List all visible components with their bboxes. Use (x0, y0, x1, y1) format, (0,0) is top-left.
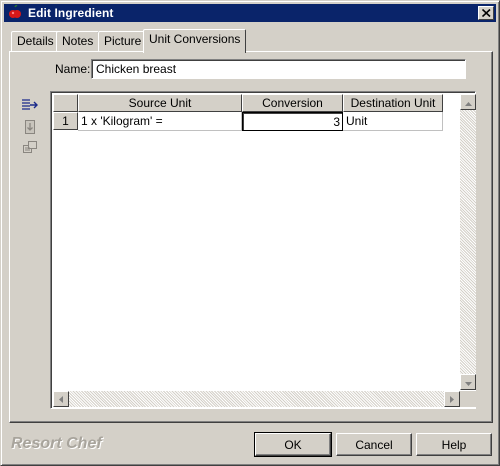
brand-logo: Resort Chef (11, 435, 102, 452)
grid-corner-header (53, 94, 78, 112)
edit-ingredient-dialog: Edit Ingredient Details Notes Picture Un… (0, 0, 500, 466)
name-input[interactable]: Chicken breast (91, 59, 466, 79)
scroll-up-button[interactable] (460, 94, 476, 110)
name-label: Name: (55, 62, 91, 76)
copy-icon (22, 139, 38, 158)
row-number[interactable]: 1 (53, 112, 78, 130)
arrow-up-icon (464, 95, 472, 109)
cell-conversion-input[interactable]: 3 (242, 112, 343, 131)
close-button[interactable] (478, 6, 494, 20)
close-icon (481, 6, 491, 20)
copy-button[interactable] (20, 139, 40, 158)
tab-details[interactable]: Details (11, 31, 60, 51)
add-row-icon (21, 97, 39, 116)
apple-icon (7, 5, 23, 21)
scroll-down-button[interactable] (460, 374, 476, 390)
help-button[interactable]: Help (416, 433, 492, 456)
arrow-right-icon (450, 392, 454, 406)
column-header-conversion[interactable]: Conversion (242, 94, 343, 112)
arrow-down-icon (464, 375, 472, 389)
add-row-button[interactable] (20, 97, 40, 116)
cell-destination-unit[interactable]: Unit (343, 112, 443, 131)
title-bar[interactable]: Edit Ingredient (4, 4, 496, 22)
arrow-left-icon (59, 392, 63, 406)
column-header-destination-unit[interactable]: Destination Unit (343, 94, 443, 112)
tab-notes[interactable]: Notes (56, 31, 100, 51)
ok-button[interactable]: OK (254, 432, 332, 457)
window-title: Edit Ingredient (28, 6, 114, 20)
scroll-left-button[interactable] (53, 391, 69, 407)
move-down-button[interactable] (20, 119, 40, 138)
scroll-right-button[interactable] (444, 391, 460, 407)
scrollbar-corner (460, 391, 476, 407)
column-header-source-unit[interactable]: Source Unit (78, 94, 242, 112)
cell-source-unit[interactable]: 1 x 'Kilogram' = (78, 112, 242, 131)
move-down-icon (23, 119, 37, 138)
unit-conversions-grid[interactable]: Source Unit Conversion Destination Unit … (50, 91, 476, 409)
tab-picture[interactable]: Picture (98, 31, 148, 51)
tab-unit-conversions[interactable]: Unit Conversions (143, 29, 247, 53)
horizontal-scrollbar[interactable] (53, 391, 460, 407)
cancel-button[interactable]: Cancel (336, 433, 412, 456)
vertical-scrollbar[interactable] (460, 94, 476, 390)
